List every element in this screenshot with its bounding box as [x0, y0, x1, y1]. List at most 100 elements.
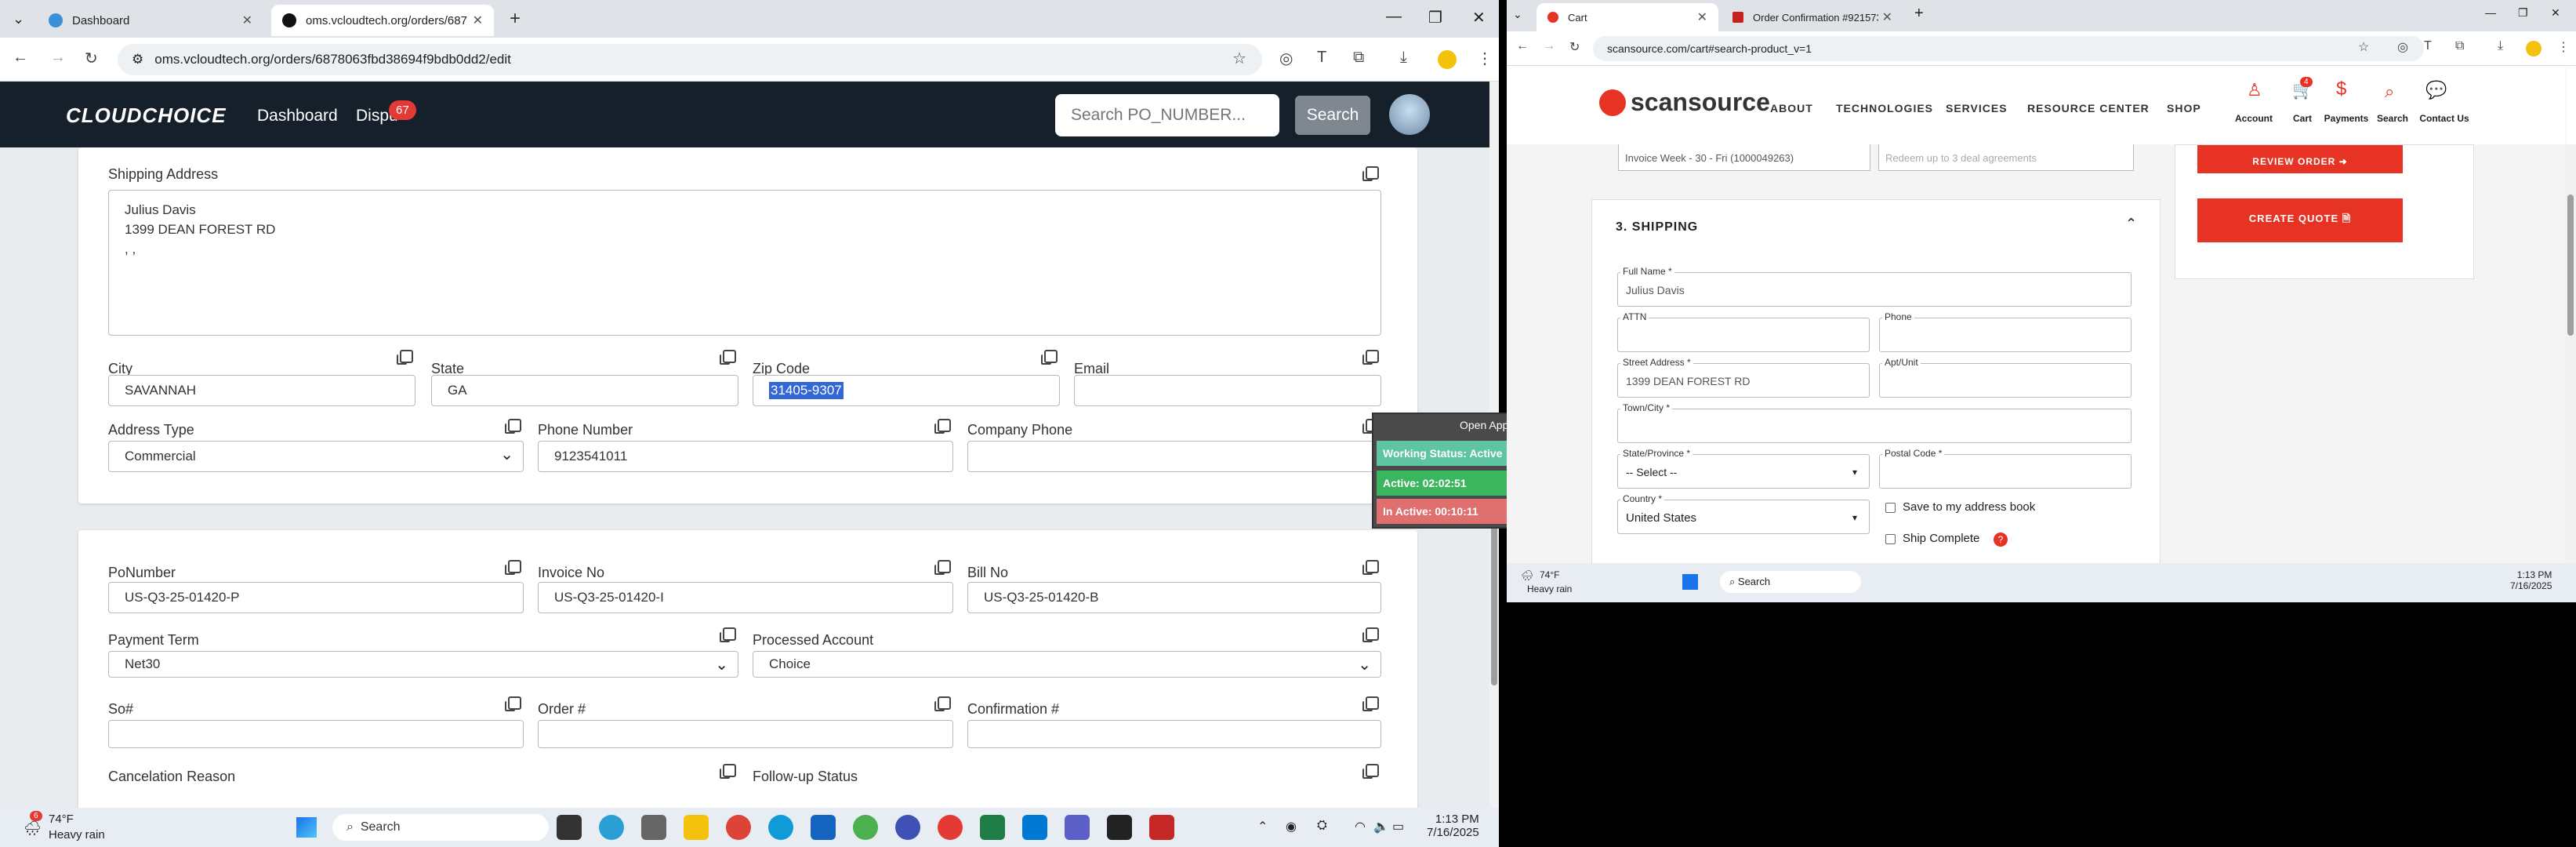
address-type-select[interactable]: Commercial: [108, 441, 524, 472]
order-input[interactable]: [538, 720, 953, 748]
right-scrollbar[interactable]: [2565, 144, 2576, 563]
tray-chevron-icon[interactable]: ⌃: [1257, 819, 1268, 834]
wifi-icon[interactable]: ◠: [1355, 819, 1366, 834]
chrome-icon[interactable]: [726, 815, 751, 840]
edge-dev-icon[interactable]: [599, 815, 624, 840]
tray-network-icon[interactable]: ⛭: [1317, 819, 1327, 833]
edge-icon[interactable]: [768, 815, 793, 840]
chrome-profile-icon[interactable]: [853, 815, 878, 840]
menu-icon[interactable]: ⋮: [2557, 39, 2570, 55]
extension-icon[interactable]: ◎: [1279, 49, 1293, 68]
speaker-icon[interactable]: 🔈: [1373, 819, 1389, 834]
url-field[interactable]: scansource.com/cart#search-product_v=1: [1593, 36, 2424, 61]
close-icon[interactable]: ✕: [473, 13, 483, 28]
phone-input[interactable]: [1879, 318, 2132, 352]
excel-icon[interactable]: [980, 815, 1005, 840]
help-icon[interactable]: ?: [1994, 533, 2008, 547]
user-avatar[interactable]: [1389, 94, 1430, 135]
taskbar-search[interactable]: ⌕ Search: [332, 814, 549, 841]
chrome-work-icon[interactable]: [938, 815, 963, 840]
state-select[interactable]: -- Select --: [1617, 454, 1870, 489]
minimize-icon[interactable]: —: [1386, 8, 1402, 26]
start-icon[interactable]: [1682, 574, 1698, 590]
search-button[interactable]: Search: [1295, 96, 1370, 135]
restore-icon[interactable]: ❐: [1428, 8, 1442, 27]
extension-icon[interactable]: ◎: [2397, 39, 2408, 55]
reload-icon[interactable]: ↻: [1569, 39, 1580, 55]
review-order-button[interactable]: REVIEW ORDER ➜: [2197, 145, 2403, 173]
window-close-icon[interactable]: ✕: [1472, 8, 1486, 27]
start-icon[interactable]: [296, 817, 317, 838]
cart-label[interactable]: Cart: [2283, 113, 2322, 124]
copy-icon[interactable]: [505, 560, 521, 575]
search-icon[interactable]: ⌕: [2385, 82, 2394, 102]
close-icon[interactable]: ✕: [1882, 9, 1892, 25]
search-label[interactable]: Search: [2369, 113, 2416, 124]
teams-icon[interactable]: [1065, 815, 1090, 840]
copy-icon[interactable]: [1362, 627, 1379, 642]
tray-app-icon[interactable]: ◉: [1286, 819, 1297, 834]
attn-input[interactable]: [1617, 318, 1870, 352]
payments-icon[interactable]: $: [2336, 78, 2346, 100]
remote-desktop-icon[interactable]: [1022, 815, 1047, 840]
restore-icon[interactable]: ❐: [2518, 6, 2528, 20]
bill-input[interactable]: US-Q3-25-01420-B: [967, 582, 1381, 613]
calculator-icon[interactable]: [641, 815, 666, 840]
copy-icon[interactable]: [934, 560, 951, 575]
text-icon[interactable]: T: [2424, 39, 2432, 53]
invoice-input[interactable]: US-Q3-25-01420-I: [538, 582, 953, 613]
scrollbar-thumb[interactable]: [2567, 194, 2574, 336]
nav-shop[interactable]: SHOP: [2167, 102, 2201, 115]
payment-term-select[interactable]: Net30: [108, 651, 738, 678]
close-icon[interactable]: ✕: [242, 13, 252, 28]
download-icon[interactable]: ⤓: [2498, 39, 2503, 53]
vscode-icon[interactable]: [811, 815, 836, 840]
file-explorer-icon[interactable]: [684, 815, 709, 840]
brand-logo[interactable]: CLOUDCHOICE: [66, 104, 227, 128]
po-input[interactable]: US-Q3-25-01420-P: [108, 582, 524, 613]
text-icon[interactable]: T: [1317, 49, 1326, 67]
email-input[interactable]: [1074, 375, 1381, 406]
processed-account-select[interactable]: Choice: [753, 651, 1381, 678]
copy-icon[interactable]: [505, 696, 521, 711]
copy-icon[interactable]: [1041, 350, 1058, 365]
zip-input[interactable]: 31405-9307: [753, 375, 1060, 406]
copy-icon[interactable]: [720, 627, 736, 642]
tab-cart[interactable]: Cart ✕: [1537, 3, 1718, 31]
tab-dashboard[interactable]: Dashboard ✕: [38, 5, 263, 36]
shipping-address-textarea[interactable]: Julius Davis 1399 DEAN FOREST RD , ,: [108, 190, 1381, 336]
nav-about[interactable]: ABOUT: [1770, 102, 1813, 115]
tab-order-edit[interactable]: oms.vcloudtech.org/orders/687 ✕: [271, 5, 494, 36]
copy-icon[interactable]: [720, 764, 736, 779]
forward-icon[interactable]: →: [1543, 39, 1555, 53]
contact-label[interactable]: Contact Us: [2413, 113, 2476, 124]
save-address-checkbox[interactable]: [1885, 503, 1896, 513]
payments-label[interactable]: Payments: [2319, 113, 2374, 124]
nav-resource-center[interactable]: RESOURCE CENTER: [2027, 102, 2150, 115]
weather-icon[interactable]: 🌧: [24, 820, 42, 837]
tab-search-icon[interactable]: ⌄: [13, 11, 24, 27]
url-field[interactable]: ⚙ oms.vcloudtech.org/orders/6878063fbd38…: [118, 44, 1262, 75]
download-icon[interactable]: ⤓: [1400, 49, 1407, 67]
postal-input[interactable]: [1879, 454, 2132, 489]
redeem-field[interactable]: Redeem up to 3 deal agreements: [1878, 144, 2134, 171]
full-name-input[interactable]: Julius Davis: [1617, 272, 2132, 307]
minimize-icon[interactable]: —: [2485, 6, 2496, 19]
so-input[interactable]: [108, 720, 524, 748]
company-phone-input[interactable]: [967, 441, 1381, 472]
pdf-reader-icon[interactable]: [1149, 815, 1174, 840]
profile-avatar[interactable]: [1438, 50, 1457, 69]
tab-order-confirmation[interactable]: Order Confirmation #9215735 ✕: [1722, 3, 1903, 31]
state-input[interactable]: GA: [431, 375, 738, 406]
copy-icon[interactable]: [934, 419, 951, 434]
bookmark-star-icon[interactable]: ☆: [1232, 49, 1246, 68]
invoice-week-field[interactable]: Invoice Week - 30 - Fri (1000049263): [1618, 144, 1870, 171]
ship-complete-checkbox[interactable]: [1885, 534, 1896, 544]
copy-icon[interactable]: [1362, 560, 1379, 575]
po-search-input[interactable]: [1055, 94, 1279, 136]
copy-icon[interactable]: [1362, 764, 1379, 779]
new-tab-icon[interactable]: +: [510, 8, 521, 30]
nav-services[interactable]: SERVICES: [1946, 102, 2008, 115]
contact-icon[interactable]: 💬: [2425, 80, 2447, 100]
account-icon[interactable]: ♙: [2247, 80, 2262, 100]
